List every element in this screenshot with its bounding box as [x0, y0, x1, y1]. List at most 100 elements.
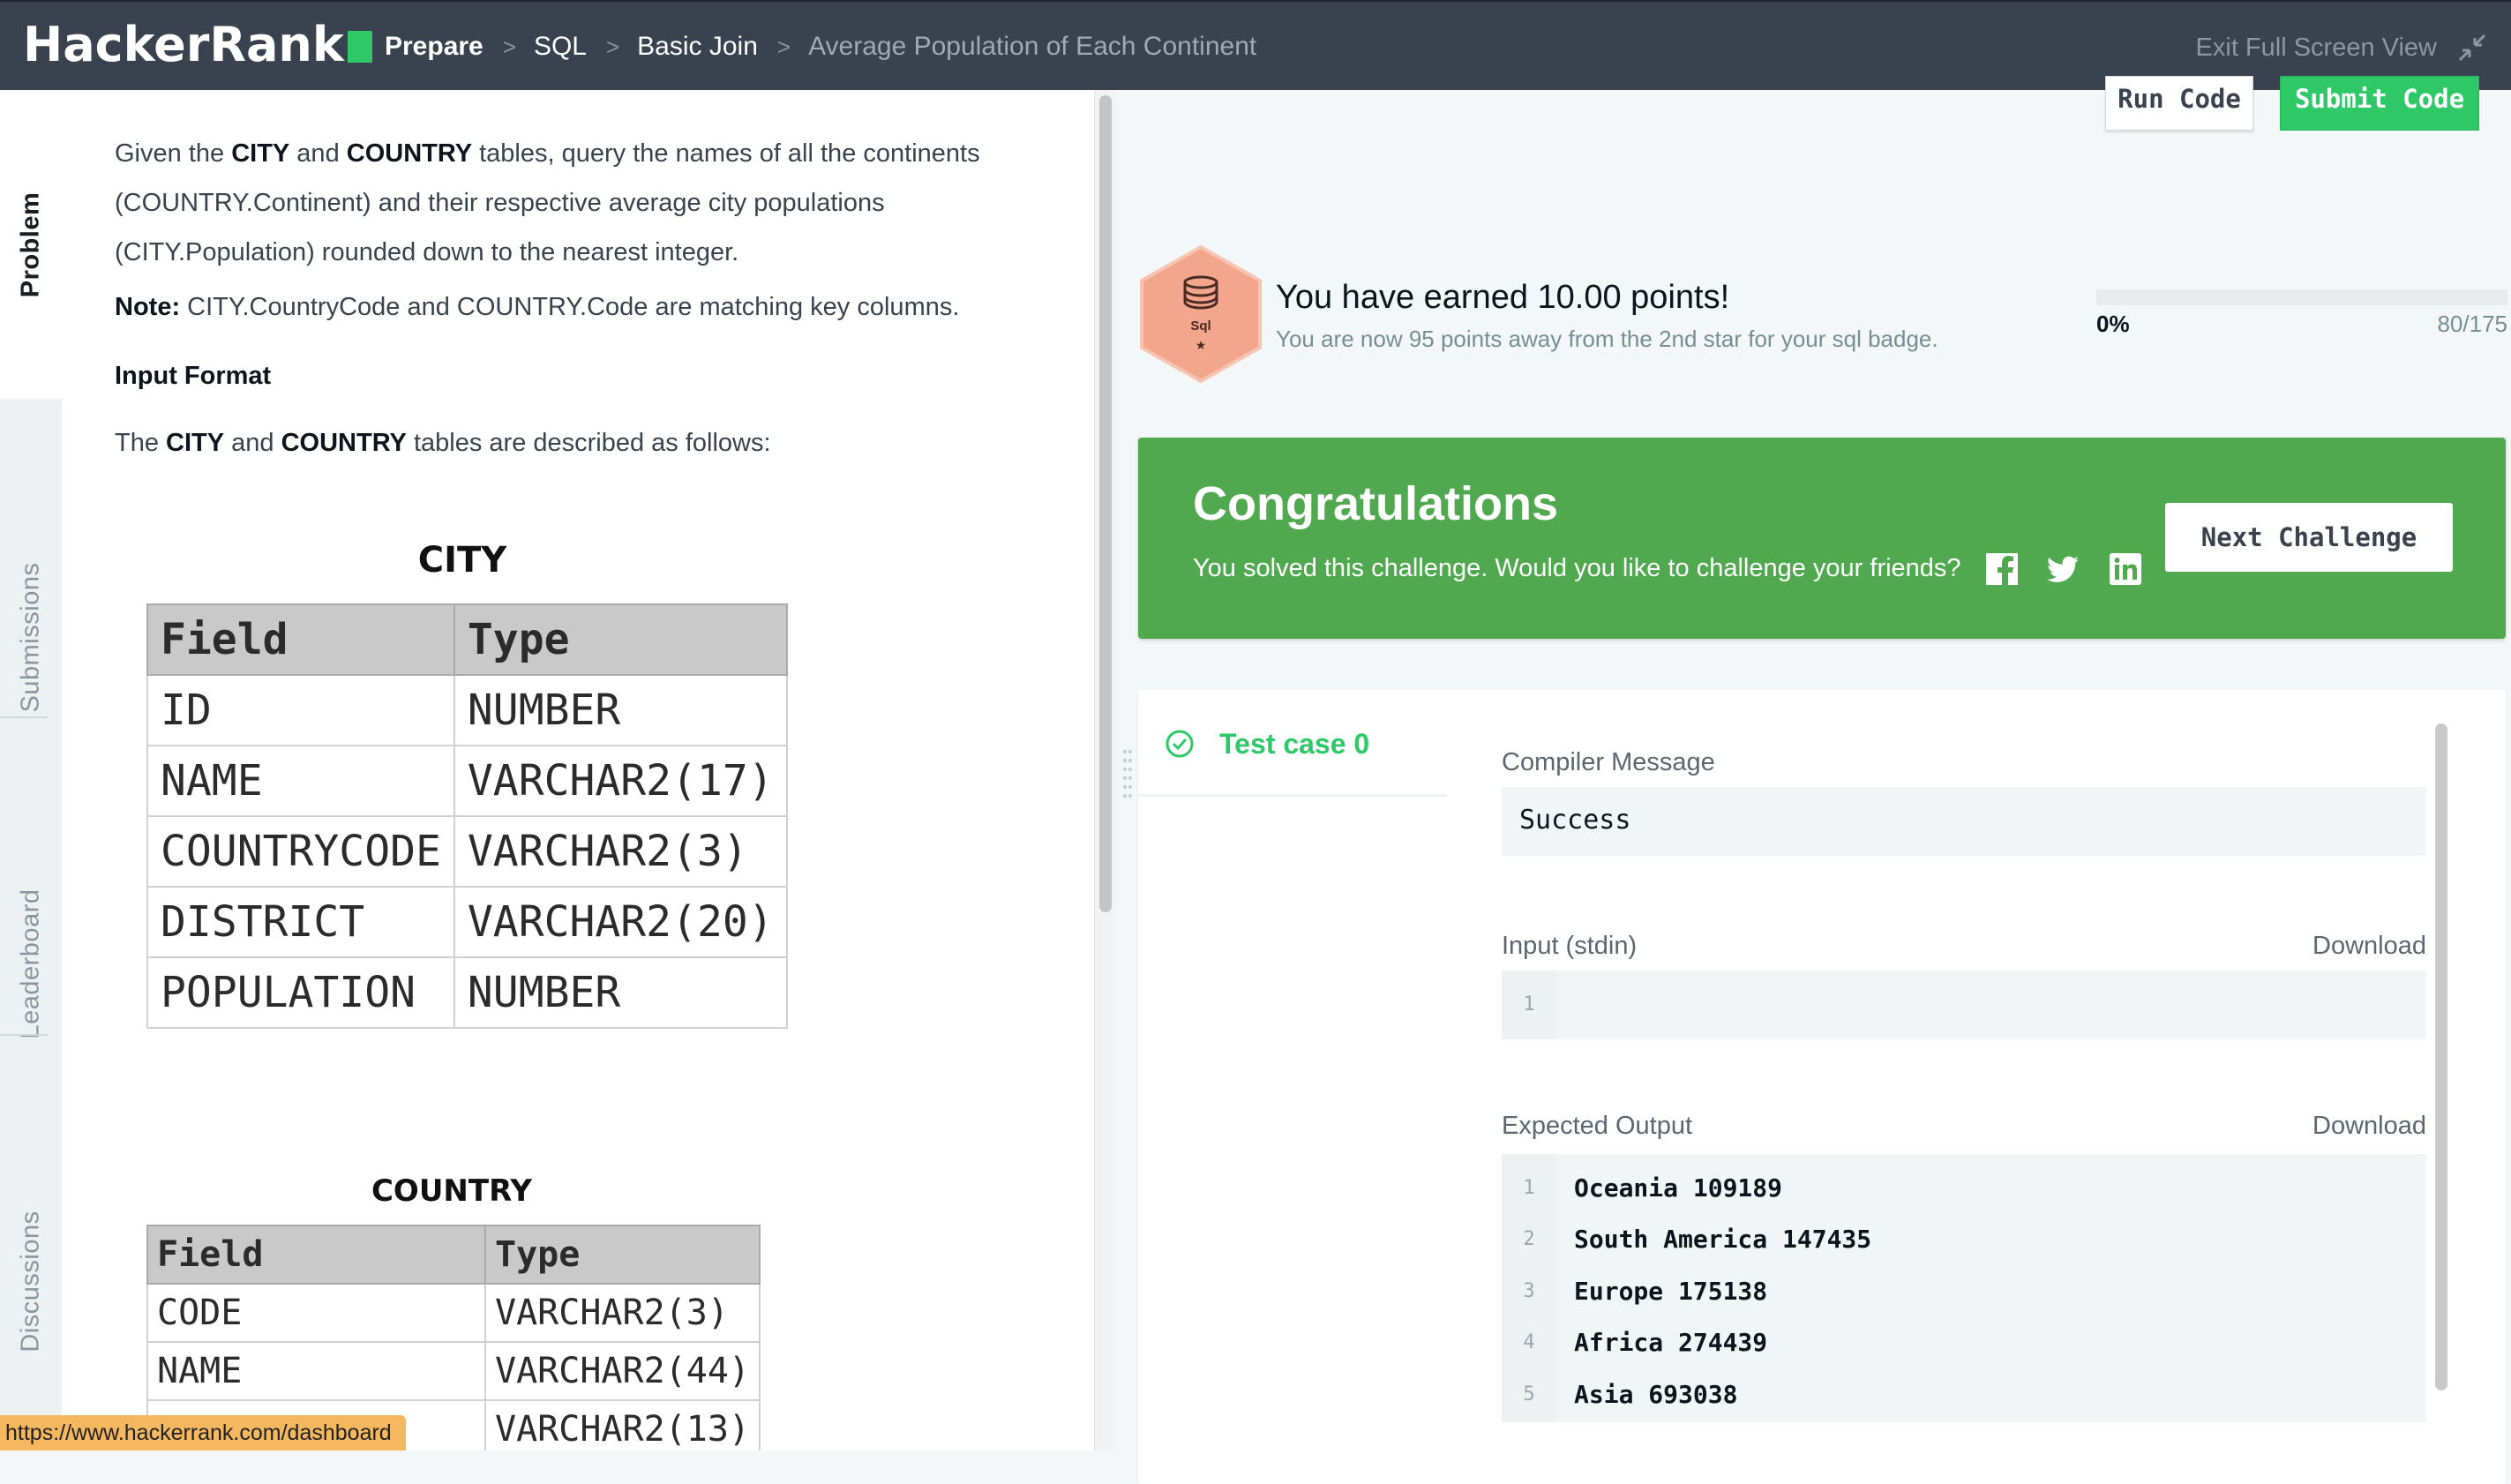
- twitter-icon[interactable]: [2047, 552, 2080, 586]
- field-cell: COUNTRYCODE: [146, 815, 455, 888]
- linkedin-icon[interactable]: [2109, 552, 2142, 586]
- column-header: Field: [146, 1225, 487, 1285]
- country-table-title: COUNTRY: [371, 1173, 533, 1209]
- points-earned-subtitle: You are now 95 points away from the 2nd …: [1276, 326, 1938, 352]
- test-case-tab[interactable]: Test case 0: [1138, 702, 1447, 797]
- results-scrollbar-thumb[interactable]: [2435, 723, 2447, 1390]
- column-header: Type: [484, 1225, 761, 1285]
- submit-code-button[interactable]: Submit Code: [2280, 76, 2479, 131]
- download-expected-output-link[interactable]: Download: [2312, 1108, 2426, 1143]
- field-cell: CODE: [146, 1283, 487, 1343]
- type-cell: VARCHAR2(3): [484, 1283, 761, 1343]
- chevron-right-icon: >: [605, 34, 620, 61]
- badge-progress-track: [2096, 289, 2507, 305]
- type-cell: NUMBER: [453, 956, 788, 1029]
- table-description: The CITY and COUNTRY tables are describe…: [115, 429, 771, 457]
- tab-leaderboard-label: Leaderboard: [16, 888, 45, 1038]
- facebook-icon[interactable]: [1985, 552, 2019, 586]
- check-circle-icon: [1166, 730, 1194, 758]
- run-code-button[interactable]: Run Code: [2105, 76, 2253, 131]
- type-cell: VARCHAR2(13): [484, 1399, 761, 1450]
- line-number: 1: [1523, 993, 1535, 1016]
- tab-leaderboard[interactable]: Leaderboard: [0, 787, 62, 1140]
- download-input-link[interactable]: Download: [2312, 928, 2426, 963]
- breadcrumb-prepare[interactable]: Prepare: [385, 32, 483, 61]
- congratulations-subtitle: You solved this challenge. Would you lik…: [1193, 554, 1961, 582]
- table-row: NAME VARCHAR2(17): [146, 745, 788, 817]
- expected-output-line: Oceania 109189: [1574, 1173, 1783, 1203]
- tab-problem-label: Problem: [16, 191, 45, 297]
- field-cell: POPULATION: [146, 956, 455, 1029]
- logo-text: HackerRank: [23, 17, 344, 72]
- type-cell: VARCHAR2(20): [453, 886, 788, 958]
- congratulations-title: Congratulations: [1193, 477, 1558, 530]
- column-header: Field: [146, 603, 455, 676]
- table-row: NAME VARCHAR2(44): [146, 1341, 761, 1401]
- exit-fullscreen-link[interactable]: Exit Full Screen View: [2196, 30, 2437, 65]
- compiler-message-label: Compiler Message: [1502, 748, 1715, 776]
- type-cell: VARCHAR2(44): [484, 1341, 761, 1401]
- field-cell: DISTRICT: [146, 886, 455, 958]
- column-header: Type: [453, 603, 788, 676]
- chevron-right-icon: >: [776, 34, 791, 61]
- type-cell: NUMBER: [453, 674, 788, 746]
- table-row: COUNTRYCODE VARCHAR2(3): [146, 815, 788, 888]
- table-header-row: Field Type: [146, 603, 788, 676]
- expected-output-line: Europe 175138: [1574, 1277, 1768, 1306]
- expected-output-line: Asia 693038: [1574, 1380, 1738, 1409]
- problem-statement-pane: Given the CITY and COUNTRY tables, query…: [62, 90, 1094, 1450]
- logo-mark: [347, 31, 372, 63]
- tab-problem[interactable]: Problem: [0, 90, 62, 399]
- next-challenge-button[interactable]: Next Challenge: [2165, 503, 2453, 572]
- expected-output-line: Africa 274439: [1574, 1328, 1768, 1357]
- line-number: 4: [1523, 1331, 1535, 1353]
- table-row: CODE VARCHAR2(3): [146, 1283, 761, 1343]
- line-number: 3: [1523, 1280, 1535, 1302]
- problem-note: Note: CITY.CountryCode and COUNTRY.Code …: [115, 293, 960, 321]
- table-header-row: Field Type: [146, 1225, 761, 1285]
- hackerrank-logo[interactable]: HackerRank: [23, 18, 372, 72]
- expected-output-box: 1 2 3 4 5 Oceania 109189 South America 1…: [1502, 1154, 2426, 1422]
- test-case-label: Test case 0: [1219, 728, 1370, 760]
- type-cell: VARCHAR2(17): [453, 745, 788, 817]
- problem-paragraph: Given the CITY and COUNTRY tables, query…: [115, 139, 980, 266]
- field-cell: NAME: [146, 1341, 487, 1401]
- badge-label: Sql: [1190, 319, 1211, 334]
- sql-badge: Sql ★: [1140, 244, 1262, 384]
- field-cell: NAME: [146, 745, 455, 817]
- input-format-heading: Input Format: [115, 362, 272, 390]
- breadcrumb-basic-join[interactable]: Basic Join: [637, 32, 758, 61]
- table-row: DISTRICT VARCHAR2(20): [146, 886, 788, 958]
- table-row: ID NUMBER: [146, 674, 788, 746]
- tab-discussions[interactable]: Discussions: [0, 1105, 62, 1458]
- type-cell: VARCHAR2(3): [453, 815, 788, 888]
- input-stdin-box: 1: [1502, 971, 2426, 1039]
- city-schema-table: Field Type ID NUMBER NAME VARCHAR2(17) COU…: [146, 603, 788, 1029]
- breadcrumb: Prepare > SQL > Basic Join > Average Populatio…: [385, 28, 1256, 64]
- tab-discussions-label: Discussions: [16, 1210, 45, 1353]
- side-tab-rail: Problem Submissions Leaderboard Discussi…: [0, 90, 63, 1450]
- congratulations-banner: Congratulations You solved this challeng…: [1138, 438, 2506, 639]
- minimize-icon[interactable]: [2456, 32, 2488, 64]
- field-cell: ID: [146, 674, 455, 746]
- tab-submissions[interactable]: Submissions: [0, 452, 62, 822]
- problem-scrollbar-thumb[interactable]: [1099, 95, 1112, 912]
- line-number: 1: [1523, 1177, 1535, 1199]
- progress-start-label: 0%: [2096, 311, 2130, 337]
- rail-divider: [0, 1034, 48, 1036]
- table-row: POPULATION NUMBER: [146, 956, 788, 1029]
- badge-star: ★: [1196, 339, 1207, 353]
- progress-end-label: 80/175: [2437, 311, 2507, 337]
- tab-submissions-label: Submissions: [16, 562, 45, 712]
- input-stdin-label: Input (stdin): [1502, 932, 1638, 960]
- line-number: 2: [1523, 1228, 1535, 1250]
- expected-output-label: Expected Output: [1502, 1112, 1693, 1140]
- compiler-message-box: Success: [1502, 787, 2426, 856]
- chevron-right-icon: >: [502, 34, 516, 61]
- drag-handle-icon[interactable]: [1122, 746, 1133, 799]
- expected-output-line: South America 147435: [1574, 1225, 1872, 1254]
- city-table-title: CITY: [417, 540, 507, 581]
- compiler-message-value: Success: [1519, 805, 1631, 836]
- points-earned-title: You have earned 10.00 points!: [1276, 279, 1730, 316]
- breadcrumb-sql[interactable]: SQL: [534, 32, 587, 61]
